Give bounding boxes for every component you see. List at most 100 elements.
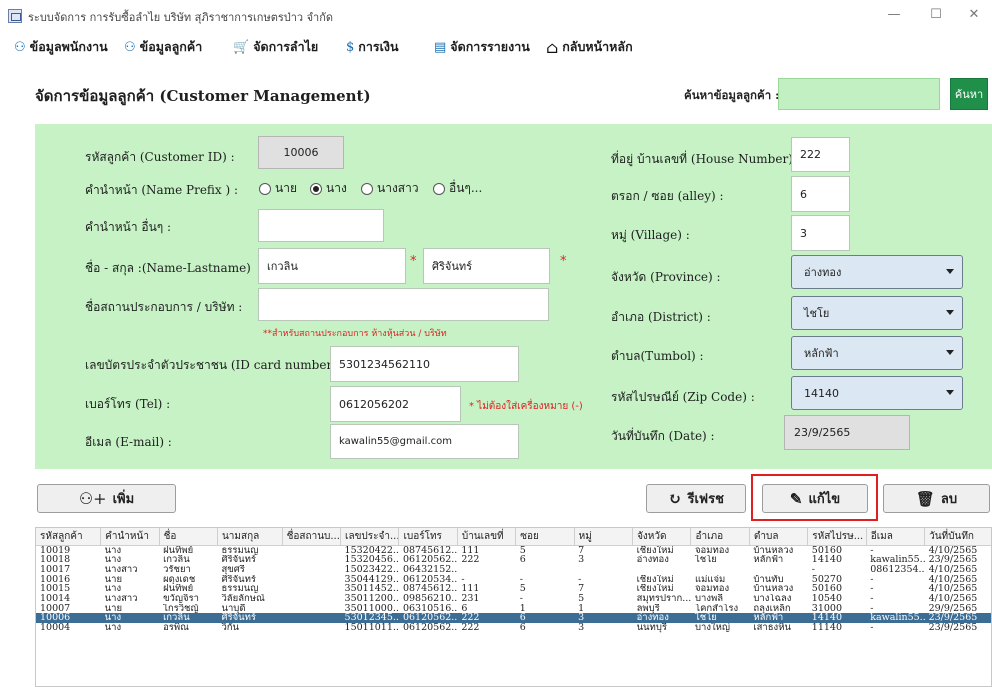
table-row[interactable]: 10016 นาย ผดุงเดช ศิริจันทร์ 35044129... 0612… xyxy=(36,574,991,585)
house-number-input[interactable]: 222 xyxy=(791,137,850,172)
prefix-radio-other[interactable]: อื่นๆ... xyxy=(433,179,482,198)
radio-label: นาง xyxy=(326,181,347,195)
table-cell: เกวลิน xyxy=(163,555,190,565)
radio-circle-selected xyxy=(310,182,322,195)
search-button[interactable]: ค้นหา xyxy=(950,78,988,110)
table-cell: 10019 xyxy=(40,545,71,556)
close-button[interactable]: ✕ xyxy=(962,4,986,26)
table-row[interactable]: 10017 นางสาว วรัชยา สุขศรี 15023422... 064321… xyxy=(36,564,991,575)
table-cell: อ่างทอง xyxy=(636,555,669,565)
tumbol-label: ตำบล(Tumbol) : xyxy=(611,349,704,363)
village-input[interactable]: 3 xyxy=(791,215,850,251)
table-cell: เสาธงหิน xyxy=(753,623,791,633)
column-header[interactable]: หมู่ xyxy=(574,528,634,546)
table-cell: นาง xyxy=(104,545,122,556)
prefix-radio-mr[interactable]: นาย xyxy=(259,179,297,198)
menu-reports[interactable]: ▤ จัดการรายงาน xyxy=(434,37,530,57)
name-label: ชื่อ - สกุล :(Name-Lastname) xyxy=(85,261,251,275)
table-cell: วิลัยลักษณ์ xyxy=(221,594,265,604)
table-cell xyxy=(749,565,807,575)
table-cell: 08745612... xyxy=(402,545,458,556)
id-card-input[interactable]: 5301234562110 xyxy=(330,346,519,382)
menu-home[interactable]: ⌂ กลับหน้าหลัก xyxy=(546,37,633,57)
email-input[interactable]: kawalin55@gmail.com xyxy=(330,424,519,459)
table-cell: 6 xyxy=(519,555,526,565)
column-header[interactable]: ชื่อสถานบ... xyxy=(282,528,342,546)
district-dropdown[interactable]: ไชโย xyxy=(791,296,963,330)
company-input[interactable] xyxy=(258,288,549,321)
column-header[interactable]: คำนำหน้า xyxy=(100,528,160,546)
menu-label: จัดการลำไย xyxy=(253,39,319,54)
company-note: **สำหรับสถานประกอบการ ห้างหุ้นส่วน / บริ… xyxy=(263,329,447,339)
tumbol-dropdown[interactable]: หลักฟ้า xyxy=(791,336,963,370)
alley-input[interactable]: 6 xyxy=(791,176,850,212)
column-header[interactable]: วันที่บันทึก xyxy=(924,528,991,546)
column-header[interactable]: เลขประจำ... xyxy=(340,528,400,546)
prefix-radio-miss[interactable]: นางสาว xyxy=(361,179,419,198)
column-header[interactable]: จังหวัด xyxy=(632,528,692,546)
company-label: ชื่อสถานประกอบการ / บริษัท : xyxy=(85,300,243,314)
table-cell: 5 xyxy=(519,584,526,595)
table-cell: 4/10/2565 xyxy=(928,545,978,556)
edit-button-label: แก้ไข xyxy=(808,492,841,507)
table-cell: 06120562... xyxy=(402,623,458,633)
table-row[interactable]: 10019 นาง ฝนทิพย์ ธรรมนญ 15320422... 08745612… xyxy=(36,545,991,556)
menu-customer-data[interactable]: ⚇ ข้อมูลลูกค้า xyxy=(124,37,202,57)
add-button[interactable]: ⚇+ เพิ่ม xyxy=(37,484,176,513)
column-header[interactable]: อำเภอ xyxy=(690,528,750,546)
column-header[interactable]: ซอย xyxy=(515,528,575,546)
customer-table[interactable]: รหัสลูกค้า คำนำหน้า ชื่อ นามสกุล ชื่อสถานบ..… xyxy=(35,527,992,687)
table-row[interactable]: 10018 นาง เกวลิน ศิริจันทร์ 15320456... 06120… xyxy=(36,555,991,565)
table-cell: 3 xyxy=(578,623,585,633)
delete-button[interactable]: 🗑 ลบ xyxy=(883,484,990,513)
add-user-icon: ⚇+ xyxy=(78,489,107,508)
table-cell: นาง xyxy=(104,623,122,633)
column-header[interactable]: อีเมล xyxy=(866,528,926,546)
table-cell: - xyxy=(461,574,465,585)
menu-employee-data[interactable]: ⚇ ข้อมูลพนักงาน xyxy=(14,37,108,57)
table-cell: 06432152... xyxy=(402,564,458,575)
search-input[interactable] xyxy=(778,78,940,110)
column-header[interactable]: เบอร์โทร xyxy=(398,528,458,546)
dollar-icon: $ xyxy=(346,39,355,55)
refresh-button[interactable]: ↻ รีเฟรช xyxy=(646,484,746,513)
tel-input[interactable]: 0612056202 xyxy=(330,386,461,422)
table-cell: เชียงใหม่ xyxy=(636,584,674,595)
table-cell: เชียงใหม่ xyxy=(636,545,674,556)
table-row[interactable]: 10007 นาย ไกรวิชญ์ นาบุดี 35011000... 0631051… xyxy=(36,603,991,614)
prefix-radio-mrs[interactable]: นาง xyxy=(310,179,347,198)
table-cell: - xyxy=(870,623,874,633)
province-dropdown[interactable]: อ่างทอง xyxy=(791,255,963,289)
menu-manage-longan[interactable]: 🛒 จัดการลำไย xyxy=(233,37,318,57)
menu-finance[interactable]: $ การเงิน xyxy=(346,37,399,57)
table-row[interactable]: 10006 นาง เกวลิน ศิริจันทร์ 53012345... 06120… xyxy=(36,613,991,624)
table-row[interactable]: 10015 นาง ฝนทิพย์ ธรรมนญ 35011452... 08745612… xyxy=(36,584,991,595)
column-header[interactable]: ชื่อ xyxy=(159,528,218,546)
minimize-button[interactable]: — xyxy=(882,4,906,26)
table-cell: โคกสำโรง xyxy=(694,603,739,614)
column-header[interactable]: นามสกุล xyxy=(217,528,283,546)
first-name-input[interactable]: เกวลิน xyxy=(258,248,406,284)
column-header[interactable]: บ้านเลขที่ xyxy=(457,528,517,546)
report-icon: ▤ xyxy=(434,39,447,55)
required-mark: * xyxy=(410,254,417,269)
table-cell: นาง xyxy=(100,613,160,624)
date-field: 23/9/2565 xyxy=(784,415,910,450)
date-label: วันที่บันทึก (Date) : xyxy=(611,429,715,443)
column-header[interactable]: รหัสไปรษ... xyxy=(807,528,867,546)
table-row[interactable]: 10004 นาง อรพิณ วิกัน 15011011... 06120562...… xyxy=(36,623,991,633)
zip-code-dropdown[interactable]: 14140 xyxy=(791,376,963,410)
search-label: ค้นหาข้อมูลลูกค้า : xyxy=(684,88,780,102)
table-cell: - xyxy=(870,545,874,556)
users-icon: ⚇ xyxy=(14,39,26,55)
maximize-button[interactable]: ☐ xyxy=(924,4,948,26)
table-cell: 1 xyxy=(519,603,526,614)
table-cell: 23/9/2565 xyxy=(928,555,978,565)
table-row[interactable]: 10014 นางสาว ขวัญจิรา วิลัยลักษณ์ 35011200..… xyxy=(36,594,991,604)
last-name-input[interactable]: ศิริจันทร์ xyxy=(423,248,550,284)
app-icon xyxy=(8,9,22,23)
column-header[interactable]: รหัสลูกค้า xyxy=(36,528,102,546)
column-header[interactable]: ตำบล xyxy=(749,528,809,546)
edit-button[interactable]: ✎ แก้ไข xyxy=(762,484,868,513)
other-prefix-input[interactable] xyxy=(258,209,384,242)
